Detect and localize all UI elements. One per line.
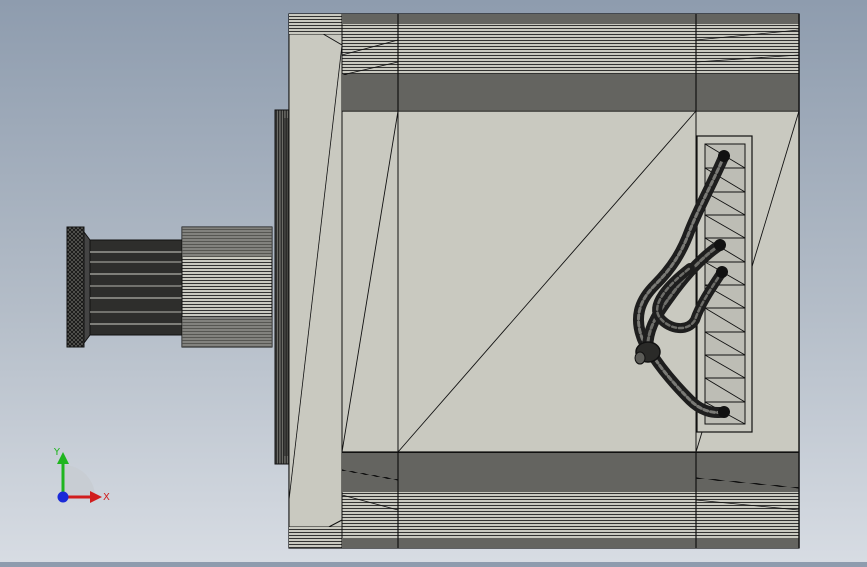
knob-chamfer xyxy=(83,230,91,345)
view-orientation-triad: Y X xyxy=(53,447,110,503)
x-axis-label: X xyxy=(103,492,110,503)
cad-viewport[interactable]: Y X xyxy=(0,0,867,562)
z-axis-dot xyxy=(57,491,69,503)
model-drawing[interactable]: Y X xyxy=(0,0,867,562)
y-axis-label: Y xyxy=(53,447,61,458)
motor-shaft xyxy=(89,239,183,336)
connector-block xyxy=(696,135,753,433)
shaft-assembly xyxy=(66,226,273,348)
knurled-knob xyxy=(66,226,85,348)
